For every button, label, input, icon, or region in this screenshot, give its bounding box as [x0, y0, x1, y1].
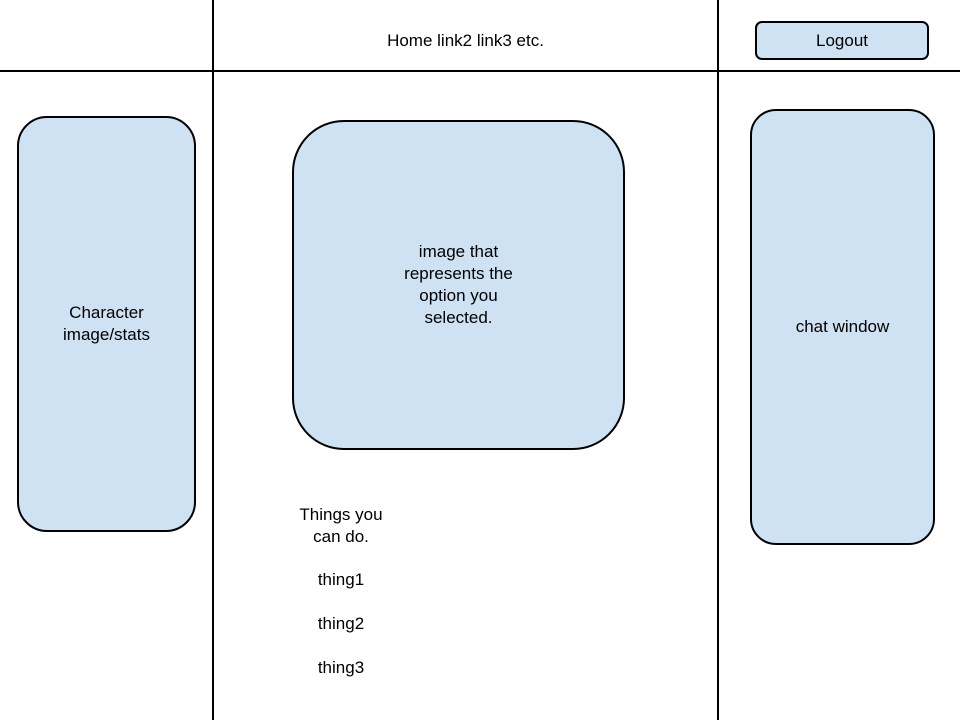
- logout-button[interactable]: Logout: [755, 21, 929, 60]
- thing-item-3[interactable]: thing3: [301, 657, 381, 679]
- thing-item-1[interactable]: thing1: [301, 569, 381, 591]
- thing-item-2[interactable]: thing2: [301, 613, 381, 635]
- chat-window-panel[interactable]: chat window: [750, 109, 935, 545]
- character-stats-panel: Character image/stats: [17, 116, 196, 532]
- header-divider-line: [0, 70, 960, 72]
- right-column-divider-line: [717, 0, 719, 720]
- things-heading: Things you can do.: [299, 505, 383, 546]
- selected-option-image: image that represents the option you sel…: [292, 120, 625, 450]
- left-column-divider-line: [212, 0, 214, 720]
- nav-links[interactable]: Home link2 link3 etc.: [214, 30, 717, 52]
